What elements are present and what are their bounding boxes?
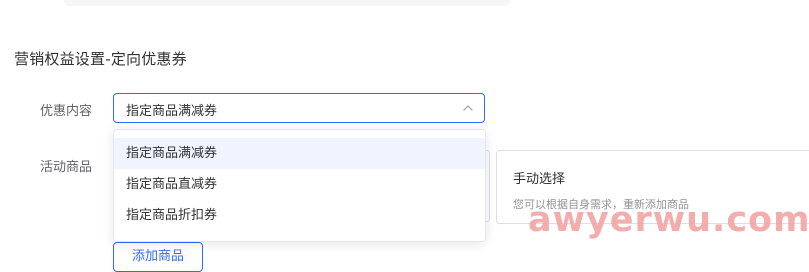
activity-goods-label: 活动商品: [40, 160, 93, 175]
coupon-type-select[interactable]: 指定商品满减券: [113, 93, 485, 123]
chevron-up-icon: [463, 105, 473, 111]
watermark: awyerwu.com: [528, 200, 809, 240]
add-goods-button[interactable]: 添加商品: [113, 242, 203, 272]
manual-select-title: 手动选择: [513, 172, 566, 187]
coupon-type-select-value: 指定商品满减券: [126, 104, 218, 119]
top-panel: [64, 0, 510, 6]
dropdown-option-full-reduction[interactable]: 指定商品满减券: [114, 138, 485, 169]
dropdown-option-direct-reduction[interactable]: 指定商品直减券: [114, 169, 485, 200]
coupon-content-label: 优惠内容: [40, 104, 93, 119]
coupon-type-dropdown: 指定商品满减券 指定商品直减券 指定商品折扣券: [113, 129, 486, 242]
dropdown-option-discount[interactable]: 指定商品折扣券: [114, 200, 485, 231]
section-title: 营销权益设置-定向优惠券: [14, 50, 187, 68]
